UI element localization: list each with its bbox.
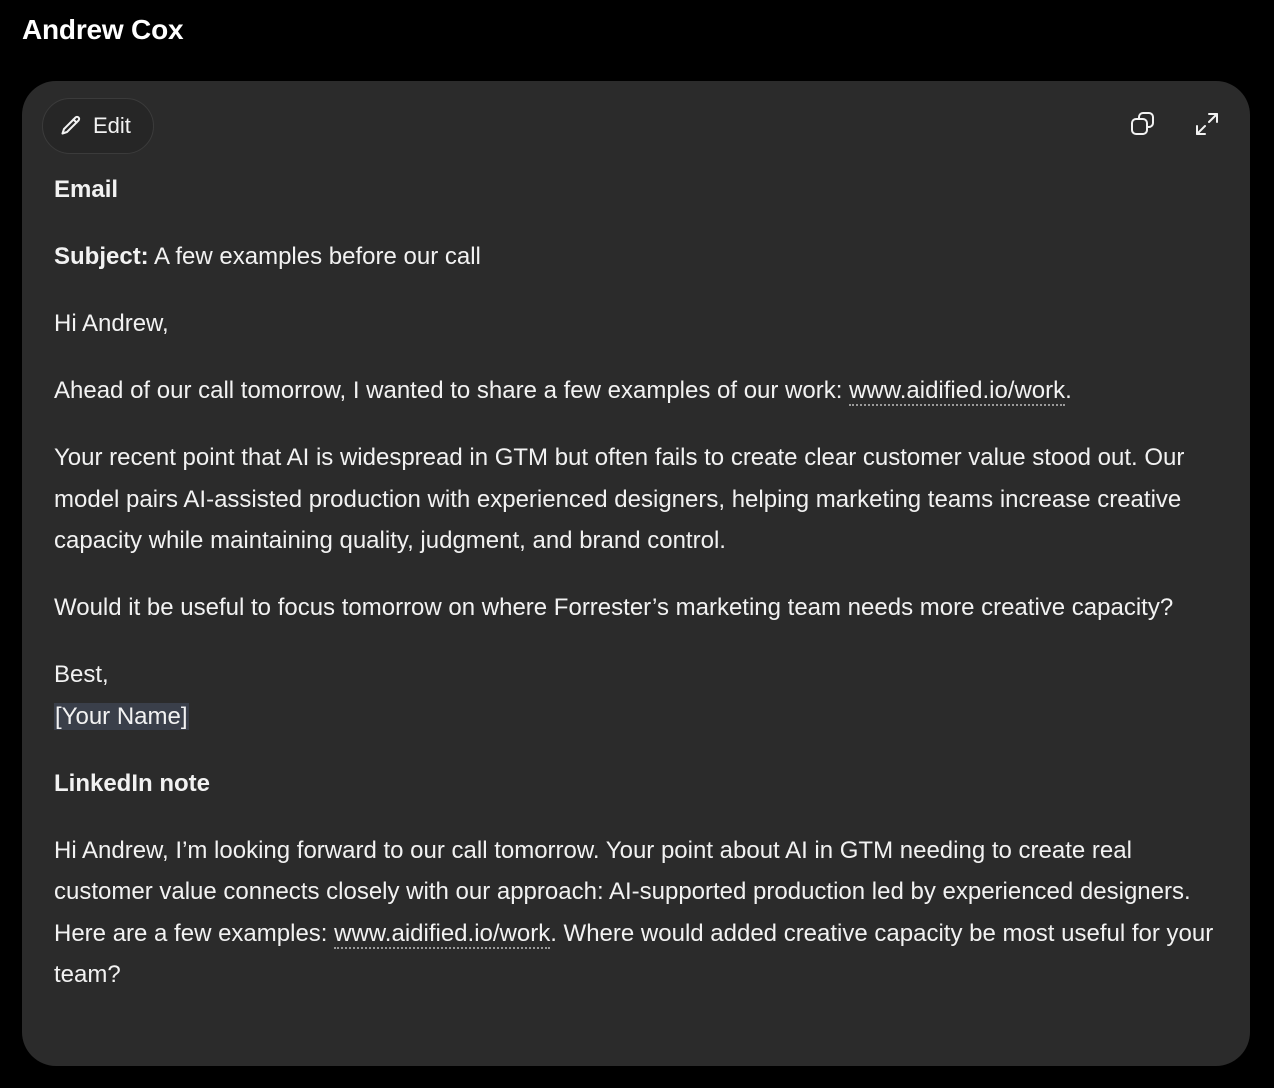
work-link[interactable]: www.aidified.io/work [849,377,1066,406]
draft-content: Email Subject: A few examples before our… [54,169,1224,1021]
draft-card: Edit Email Subject: A few examples befor… [22,81,1250,1066]
page-title: Andrew Cox [22,14,184,45]
email-signoff-block: Best, [Your Name] [54,654,1224,737]
linkedin-heading: LinkedIn note [54,769,210,797]
linkedin-work-link[interactable]: www.aidified.io/work [334,919,551,949]
email-heading: Email [54,176,119,203]
email-paragraph-1: Ahead of our call tomorrow, I wanted to … [54,370,1224,412]
expand-icon[interactable] [1192,109,1222,139]
email-signature: [Your Name] [54,696,1224,738]
edit-button-label: Edit [93,113,131,138]
email-subject: Subject: A few examples before our call [54,236,1224,278]
email-signoff: Best, [54,661,109,688]
copy-icon[interactable] [1128,109,1158,139]
email-paragraph-3: Would it be useful to focus tomorrow on … [54,594,1174,621]
pencil-icon [59,114,83,138]
subject-text: A few examples before our call [154,243,481,270]
email-paragraph-1-end: . [1065,377,1072,404]
edit-button[interactable]: Edit [42,98,154,154]
email-greeting: Hi Andrew, [54,310,169,337]
email-paragraph-1-text: Ahead of our call tomorrow, I wanted to … [54,377,850,404]
signature-placeholder: [Your Name] [54,702,189,730]
subject-label: Subject: [54,243,149,270]
linkedin-note: Hi Andrew, I’m looking forward to our ca… [54,830,1224,996]
card-actions [1128,109,1222,139]
email-paragraph-2: Your recent point that AI is widespread … [54,444,1185,554]
